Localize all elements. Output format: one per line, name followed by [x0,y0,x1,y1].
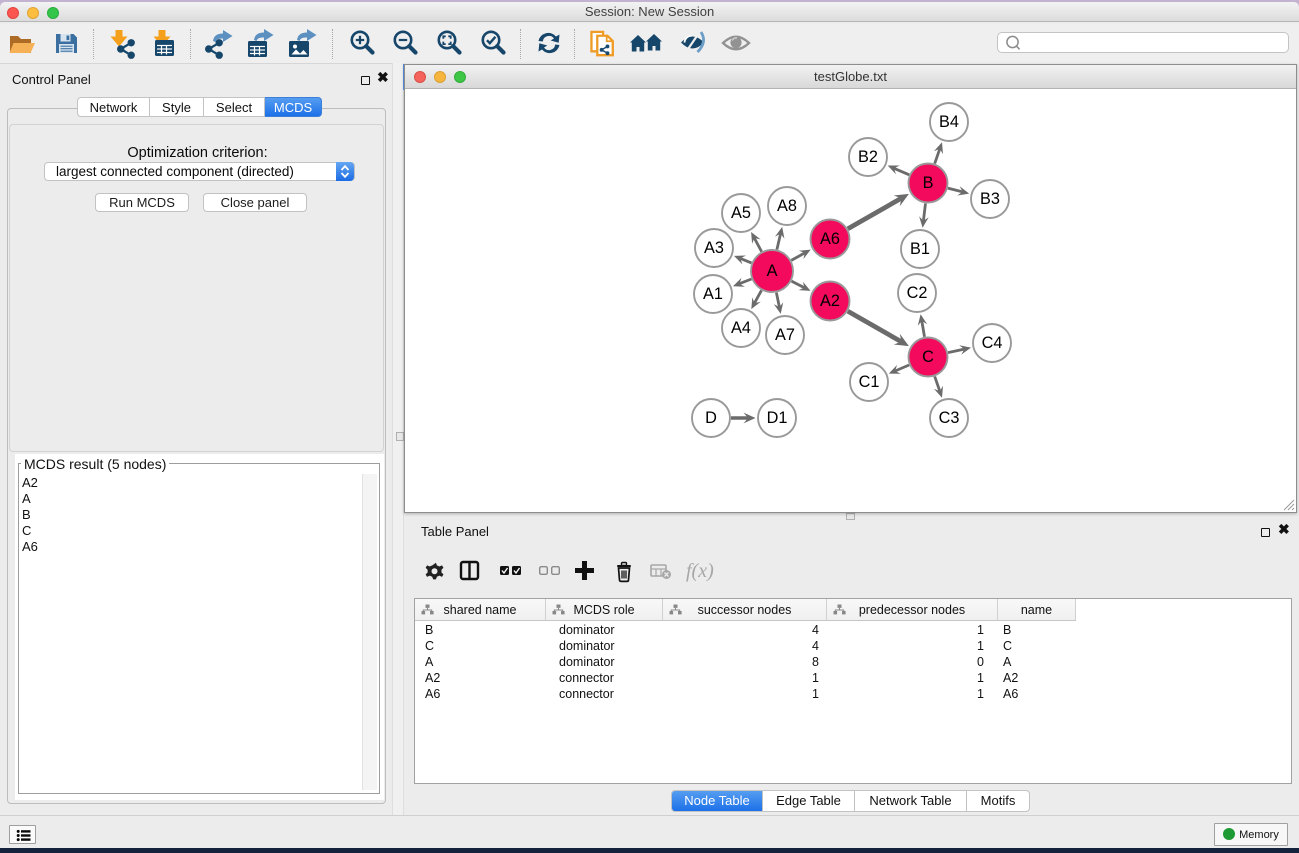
svg-text:A4: A4 [731,319,751,337]
svg-text:C4: C4 [982,334,1003,352]
svg-text:A: A [767,262,778,280]
svg-text:A6: A6 [820,230,840,248]
svg-text:A3: A3 [704,239,724,257]
svg-text:C2: C2 [907,284,928,302]
svg-text:B2: B2 [858,148,878,166]
svg-text:B3: B3 [980,190,1000,208]
svg-text:A8: A8 [777,197,797,215]
svg-text:A1: A1 [703,285,723,303]
svg-text:C1: C1 [859,373,880,391]
svg-text:D1: D1 [767,409,788,427]
svg-text:A5: A5 [731,204,751,222]
svg-text:f(x): f(x) [686,560,714,582]
svg-text:C: C [922,348,934,366]
svg-text:D: D [705,409,717,427]
svg-text:C3: C3 [939,409,960,427]
svg-text:B4: B4 [939,113,959,131]
svg-text:B1: B1 [910,240,930,258]
svg-text:B: B [923,174,934,192]
svg-text:A7: A7 [775,326,795,344]
svg-text:A2: A2 [820,292,840,310]
